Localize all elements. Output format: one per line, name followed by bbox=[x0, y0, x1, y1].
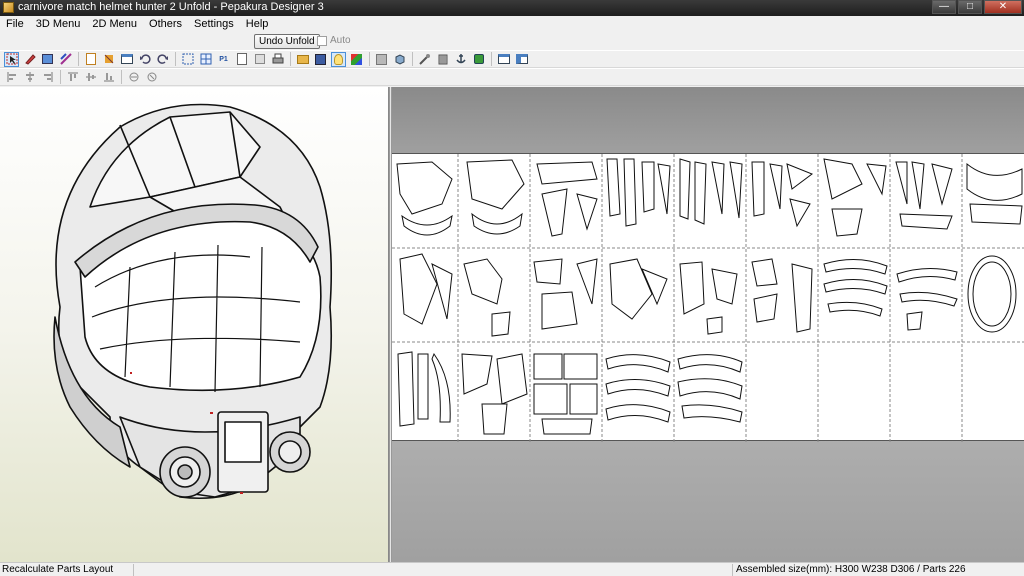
menu-file[interactable]: File bbox=[0, 16, 30, 32]
undo-unfold-button[interactable]: Undo Unfold bbox=[254, 34, 320, 49]
group-icon[interactable] bbox=[126, 70, 141, 85]
window-title: carnivore match helmet hunter 2 Unfold -… bbox=[18, 1, 324, 13]
align-left-icon[interactable] bbox=[4, 70, 19, 85]
main-toolbar: P1 bbox=[0, 50, 1024, 68]
fit-icon[interactable] bbox=[180, 52, 195, 67]
print-preview-icon[interactable] bbox=[234, 52, 249, 67]
maximize-button[interactable]: □ bbox=[958, 0, 982, 14]
box-icon[interactable] bbox=[392, 52, 407, 67]
anchor-icon[interactable] bbox=[435, 52, 450, 67]
app-icon bbox=[3, 2, 14, 13]
flap-icon[interactable] bbox=[119, 52, 134, 67]
print-icon[interactable] bbox=[270, 52, 285, 67]
align-toolbar bbox=[0, 68, 1024, 86]
3d-view[interactable] bbox=[0, 87, 389, 562]
page-icon[interactable] bbox=[83, 52, 98, 67]
menu-settings[interactable]: Settings bbox=[188, 16, 240, 32]
settings-icon[interactable] bbox=[252, 52, 267, 67]
status-message: Recalculate Parts Layout bbox=[2, 564, 114, 575]
texture-icon[interactable]: P1 bbox=[216, 52, 231, 67]
unfold-icon[interactable] bbox=[40, 52, 55, 67]
menu-others[interactable]: Others bbox=[143, 16, 188, 32]
open-icon[interactable] bbox=[295, 52, 310, 67]
undo-bar: Undo Unfold Auto bbox=[0, 32, 1024, 50]
auto-checkbox[interactable] bbox=[317, 36, 327, 46]
close-button[interactable]: ✕ bbox=[984, 0, 1022, 14]
edge-icon[interactable] bbox=[58, 52, 73, 67]
save-icon[interactable] bbox=[313, 52, 328, 67]
paper-layout bbox=[392, 153, 1024, 442]
cylinder-icon[interactable] bbox=[417, 52, 432, 67]
menu-help[interactable]: Help bbox=[240, 16, 275, 32]
window-controls: — □ ✕ bbox=[930, 0, 1022, 15]
green-cube-icon[interactable] bbox=[471, 52, 486, 67]
light-icon[interactable] bbox=[331, 51, 346, 67]
unfolded-parts-canvas bbox=[392, 154, 1024, 442]
align-bottom-icon[interactable] bbox=[101, 70, 116, 85]
ungroup-icon[interactable] bbox=[144, 70, 159, 85]
menu-3d[interactable]: 3D Menu bbox=[30, 16, 87, 32]
edit-icon[interactable] bbox=[22, 52, 37, 67]
redo-icon[interactable] bbox=[155, 52, 170, 67]
2d-view[interactable] bbox=[392, 87, 1024, 562]
minimize-button[interactable]: — bbox=[932, 0, 956, 14]
assembled-size: Assembled size(mm): H300 W238 D306 / Par… bbox=[736, 564, 966, 575]
grid-icon[interactable] bbox=[198, 52, 213, 67]
align-right-icon[interactable] bbox=[40, 70, 55, 85]
mesh-icon[interactable] bbox=[374, 52, 389, 67]
title-bar: carnivore match helmet hunter 2 Unfold -… bbox=[0, 0, 1024, 16]
color-cube-icon[interactable] bbox=[349, 52, 364, 67]
auto-label: Auto bbox=[330, 35, 351, 46]
undo-icon[interactable] bbox=[137, 52, 152, 67]
align-center-icon[interactable] bbox=[22, 70, 37, 85]
select-icon[interactable] bbox=[4, 51, 19, 67]
menu-2d[interactable]: 2D Menu bbox=[86, 16, 143, 32]
window-split-icon[interactable] bbox=[514, 52, 529, 67]
join-icon[interactable] bbox=[453, 52, 468, 67]
window-single-icon[interactable] bbox=[496, 52, 511, 67]
menu-bar: File 3D Menu 2D Menu Others Settings Hel… bbox=[0, 16, 1024, 32]
align-top-icon[interactable] bbox=[65, 70, 80, 85]
cut-icon[interactable] bbox=[101, 52, 116, 67]
align-middle-icon[interactable] bbox=[83, 70, 98, 85]
helmet-3d-model bbox=[53, 103, 333, 500]
status-bar: Recalculate Parts Layout Assembled size(… bbox=[0, 562, 1024, 576]
